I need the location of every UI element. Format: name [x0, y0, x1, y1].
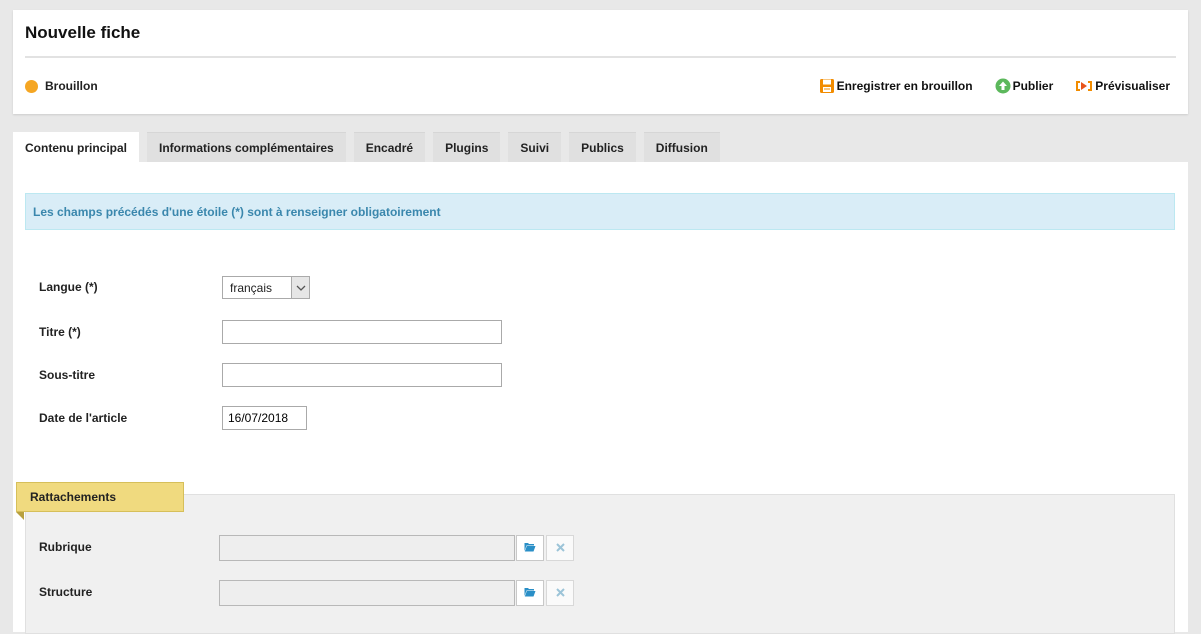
ribbon-fold: [16, 512, 24, 520]
preview-label: Prévisualiser: [1095, 79, 1170, 93]
rubrique-clear-button[interactable]: [546, 535, 574, 561]
required-fields-notice: Les champs précédés d'une étoile (*) son…: [25, 193, 1175, 230]
date-label: Date de l'article: [39, 411, 128, 425]
tab-contenu-principal[interactable]: Contenu principal: [13, 132, 139, 164]
tab-suivi[interactable]: Suivi: [508, 132, 562, 163]
close-icon: [555, 586, 565, 600]
titre-label: Titre (*): [39, 325, 81, 339]
preview-button[interactable]: Prévisualiser: [1075, 78, 1170, 94]
rubrique-field: [219, 535, 515, 561]
preview-icon: [1075, 78, 1093, 94]
status-dot-icon: [25, 79, 38, 93]
title-divider: [25, 56, 1176, 58]
rattachements-section: Rattachements Rubrique Structure: [16, 482, 1175, 634]
langue-select[interactable]: français: [222, 276, 310, 299]
save-draft-label: Enregistrer en brouillon: [836, 79, 973, 93]
status-label: Brouillon: [45, 79, 98, 93]
folder-open-icon: [524, 586, 536, 600]
tab-publics[interactable]: Publics: [569, 132, 636, 163]
tab-content-panel: Les champs précédés d'une étoile (*) son…: [13, 162, 1188, 634]
close-icon: [555, 541, 565, 555]
save-icon: [819, 78, 835, 94]
status-indicator: Brouillon: [25, 79, 98, 93]
structure-browse-button[interactable]: [516, 580, 544, 606]
folder-open-icon: [524, 541, 536, 555]
tab-plugins[interactable]: Plugins: [433, 132, 501, 163]
header-panel: Nouvelle fiche Brouillon Enregistrer en …: [13, 10, 1188, 114]
date-input[interactable]: [222, 406, 307, 430]
rubrique-label: Rubrique: [39, 540, 92, 554]
langue-label: Langue (*): [39, 280, 98, 294]
sous-titre-label: Sous-titre: [39, 368, 96, 382]
actions-bar: Enregistrer en brouillon Publier Prévisu…: [797, 78, 1170, 94]
tab-encadre[interactable]: Encadré: [353, 132, 426, 163]
rubrique-browse-button[interactable]: [516, 535, 544, 561]
chevron-down-icon: [291, 277, 309, 298]
structure-field: [219, 580, 515, 606]
tab-bar: Contenu principal Informations complémen…: [13, 132, 728, 164]
tab-diffusion[interactable]: Diffusion: [643, 132, 720, 163]
structure-clear-button[interactable]: [546, 580, 574, 606]
publish-button[interactable]: Publier: [995, 78, 1054, 94]
tab-informations-complementaires[interactable]: Informations complémentaires: [147, 132, 346, 163]
save-draft-button[interactable]: Enregistrer en brouillon: [819, 78, 973, 94]
rattachements-title: Rattachements: [16, 482, 184, 512]
langue-selected-value: français: [230, 281, 273, 295]
page-title: Nouvelle fiche: [25, 23, 141, 42]
sous-titre-input[interactable]: [222, 363, 502, 387]
publish-icon: [995, 78, 1011, 94]
structure-label: Structure: [39, 585, 93, 599]
titre-input[interactable]: [222, 320, 502, 344]
publish-label: Publier: [1012, 79, 1054, 93]
